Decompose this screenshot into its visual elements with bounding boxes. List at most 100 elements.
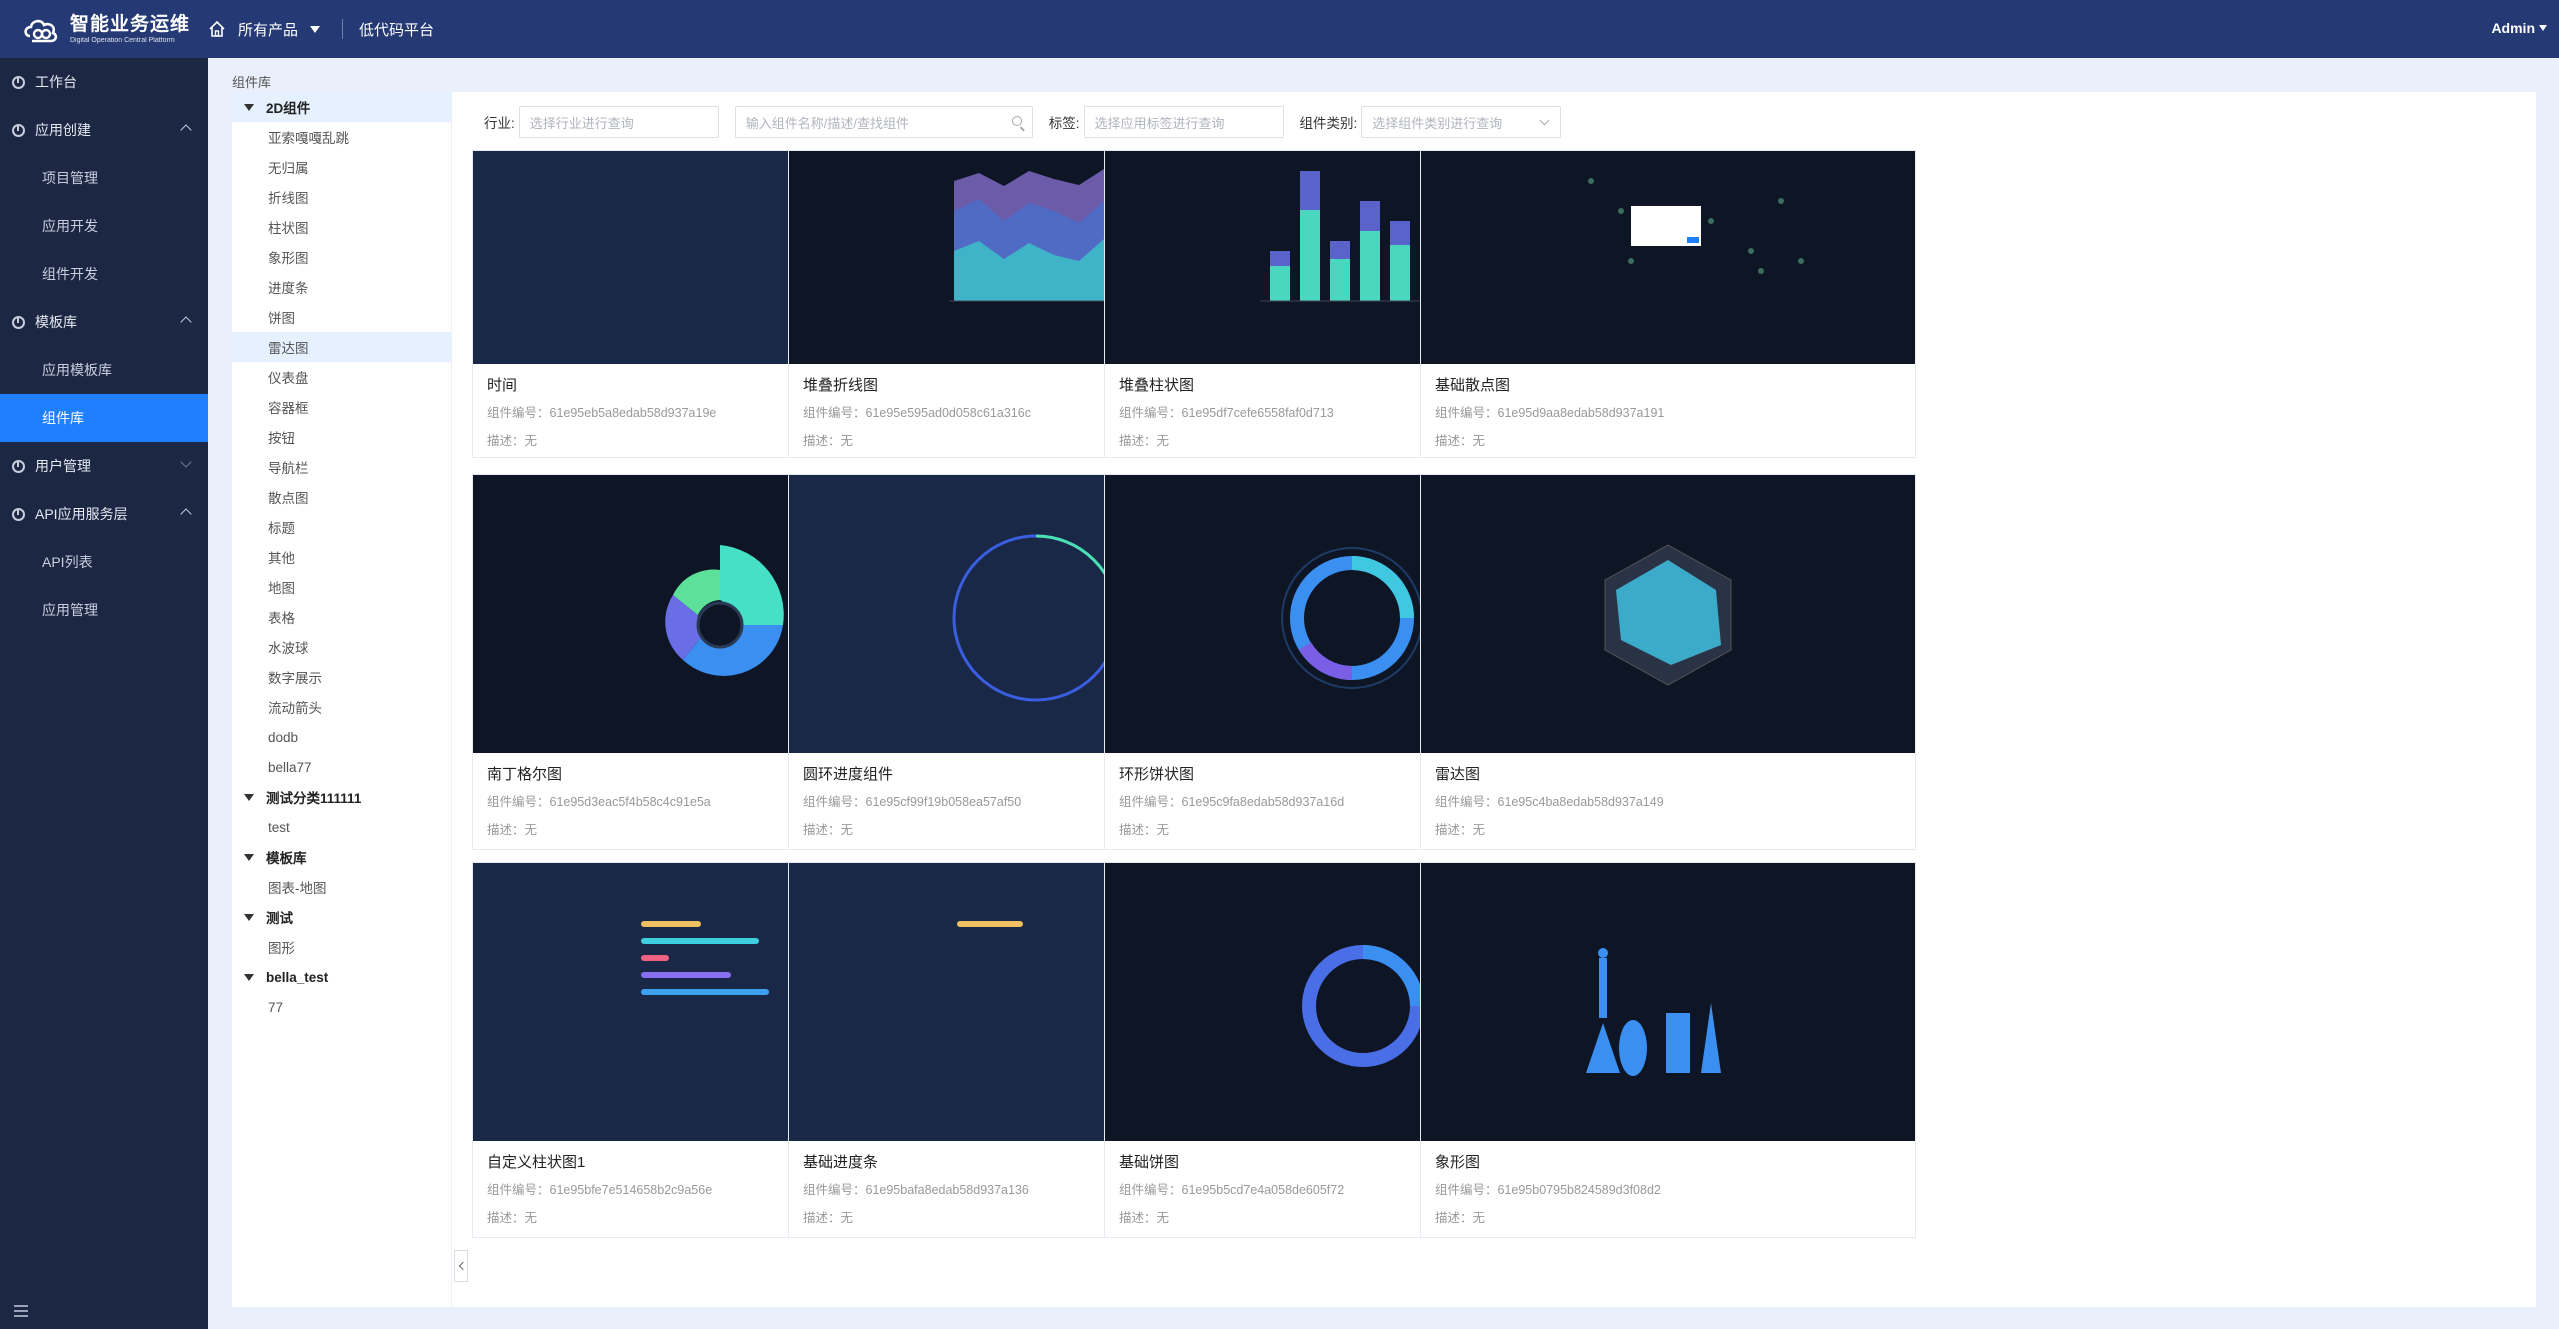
tree-label: 水波球: [268, 641, 309, 656]
tag-select[interactable]: 选择应用标签进行查询: [1083, 106, 1284, 138]
menu-toggle-icon[interactable]: [14, 1305, 28, 1317]
sidebar-group-label: 模板库: [35, 314, 77, 330]
tree-item[interactable]: bella77: [232, 752, 451, 782]
search-icon: [1011, 116, 1022, 126]
tree-item[interactable]: 图形: [232, 932, 451, 962]
sidebar: 工作台应用创建 项目管理 应用开发 组件开发模板库应用模板库 组件库用户管理 API应用服…: [0, 58, 208, 1329]
chevron-left-icon: [458, 1261, 467, 1271]
industry-select[interactable]: 选择行业进行查询: [518, 106, 719, 138]
tree-item[interactable]: 导航栏: [232, 452, 451, 482]
caret-down-icon: [244, 793, 254, 801]
card-title: 雷达图: [1435, 766, 1481, 783]
tree-item[interactable]: 流动箭头: [232, 692, 451, 722]
tree-item[interactable]: 进度条: [232, 272, 451, 302]
logo[interactable]: 智能业务运维 Digital Operation Central Platfor…: [0, 0, 208, 58]
logo-subtitle: Digital Operation Central Platform: [70, 36, 175, 44]
home-icon: [209, 20, 225, 37]
tree-label: dodb: [268, 729, 299, 745]
sidebar-group[interactable]: 模板库: [0, 298, 208, 346]
sidebar-item[interactable]: API列表: [0, 538, 208, 586]
sidebar-group[interactable]: API应用服务层: [0, 490, 208, 538]
tree-item[interactable]: test: [232, 812, 451, 842]
tree-item[interactable]: 仪表盘: [232, 362, 451, 392]
sidebar-item[interactable]: 应用管理: [0, 586, 208, 634]
tree-item[interactable]: 散点图: [232, 482, 451, 512]
sidebar-item[interactable]: 组件库: [0, 394, 208, 442]
tree-item[interactable]: 雷达图: [232, 332, 451, 362]
tree-label: 流动箭头: [268, 701, 322, 716]
tree-label: 雷达图: [268, 341, 309, 356]
component-grid: 时间 组件编号：61e95eb5a8edab58d937a19e 描述：无 堆叠折线…: [472, 150, 2512, 1295]
divider: [342, 19, 344, 39]
tree-item[interactable]: 图表-地图: [232, 872, 451, 902]
tree-item[interactable]: 柱状图: [232, 212, 451, 242]
chevron-down-icon: [180, 456, 192, 468]
tree-item[interactable]: 表格: [232, 602, 451, 632]
tree-category[interactable]: 测试分类111111: [232, 782, 451, 812]
tree-label: 折线图: [268, 191, 309, 206]
menu-icon: [12, 459, 25, 473]
component-preview: [1421, 151, 1915, 364]
category-select[interactable]: 选择组件类别进行查询: [1361, 106, 1562, 138]
chevron-down-icon: [310, 25, 321, 33]
caret-down-icon: [244, 103, 254, 111]
sidebar-group-label: 工作台: [35, 74, 77, 90]
tree-category[interactable]: 模板库: [232, 842, 451, 872]
sidebar-item[interactable]: 应用开发: [0, 202, 208, 250]
search-input[interactable]: 输入组件名称/描述/查找组件: [734, 106, 1033, 138]
tree-label: 地图: [268, 581, 295, 596]
all-products-menu[interactable]: 所有产品: [208, 19, 321, 40]
tree-item[interactable]: 标题: [232, 512, 451, 542]
tree-item[interactable]: 其他: [232, 542, 451, 572]
sidebar-group[interactable]: 应用创建: [0, 106, 208, 154]
component-card[interactable]: 基础散点图 组件编号：61e95d9aa8edab58d937a191 描述：无: [1420, 150, 1916, 458]
user-menu[interactable]: Admin: [2491, 20, 2547, 36]
component-card[interactable]: 雷达图 组件编号：61e95c4ba8edab58d937a149 描述：无: [1420, 474, 1916, 850]
caret-down-icon: [244, 853, 254, 861]
tree-item[interactable]: 无归属: [232, 152, 451, 182]
component-preview: [1421, 475, 1915, 753]
tree-item[interactable]: dodb: [232, 722, 451, 752]
tree-item[interactable]: 亚索嘎嘎乱跳: [232, 122, 451, 152]
card-id: 组件编号：61e95c4ba8edab58d937a149: [1435, 795, 1664, 809]
tree-label: 按钮: [268, 431, 295, 446]
sidebar-group-label: API应用服务层: [35, 506, 128, 522]
sidebar-item[interactable]: 应用模板库: [0, 346, 208, 394]
tree-item[interactable]: 数字展示: [232, 662, 451, 692]
tree-item[interactable]: 77: [232, 992, 451, 1022]
sidebar-group-label: 用户管理: [35, 458, 91, 474]
caret-down-icon: [244, 973, 254, 981]
tree-label: 象形图: [268, 251, 309, 266]
category-label: 组件类别:: [1299, 116, 1358, 131]
tree-item[interactable]: 饼图: [232, 302, 451, 332]
chevron-up-icon: [180, 124, 192, 136]
tree-category[interactable]: bella_test: [232, 962, 451, 992]
tree-label: bella_test: [266, 969, 329, 985]
card-id: 组件编号：61e95b0795b824589d3f08d2: [1435, 1183, 1661, 1197]
tree-label: 进度条: [268, 281, 309, 296]
tag-label: 标签:: [1048, 116, 1080, 131]
chevron-down-icon: [2539, 25, 2547, 31]
tree-category[interactable]: 2D组件: [232, 92, 451, 122]
sidebar-group[interactable]: 工作台: [0, 58, 208, 106]
tree-item[interactable]: 水波球: [232, 632, 451, 662]
tree-label: 亚索嘎嘎乱跳: [268, 131, 349, 146]
chevron-up-icon: [180, 316, 192, 328]
sidebar-item[interactable]: 组件开发: [0, 250, 208, 298]
platform-link[interactable]: 低代码平台: [359, 19, 434, 40]
tree-label: 导航栏: [268, 461, 309, 476]
collapse-tree-button[interactable]: [454, 1250, 468, 1282]
sidebar-item[interactable]: 项目管理: [0, 154, 208, 202]
tree-category[interactable]: 测试: [232, 902, 451, 932]
logo-icon: [24, 19, 58, 43]
tree-item[interactable]: 按钮: [232, 422, 451, 452]
tree-item[interactable]: 象形图: [232, 242, 451, 272]
tree-item[interactable]: 地图: [232, 572, 451, 602]
tree-item[interactable]: 折线图: [232, 182, 451, 212]
tree-label: 表格: [268, 611, 295, 626]
sidebar-group[interactable]: 用户管理: [0, 442, 208, 490]
tree-item[interactable]: 容器框: [232, 392, 451, 422]
component-card[interactable]: 象形图 组件编号：61e95b0795b824589d3f08d2 描述：无: [1420, 862, 1916, 1238]
tree-label: 测试分类111111: [266, 791, 362, 806]
tree-label: 饼图: [268, 311, 295, 326]
